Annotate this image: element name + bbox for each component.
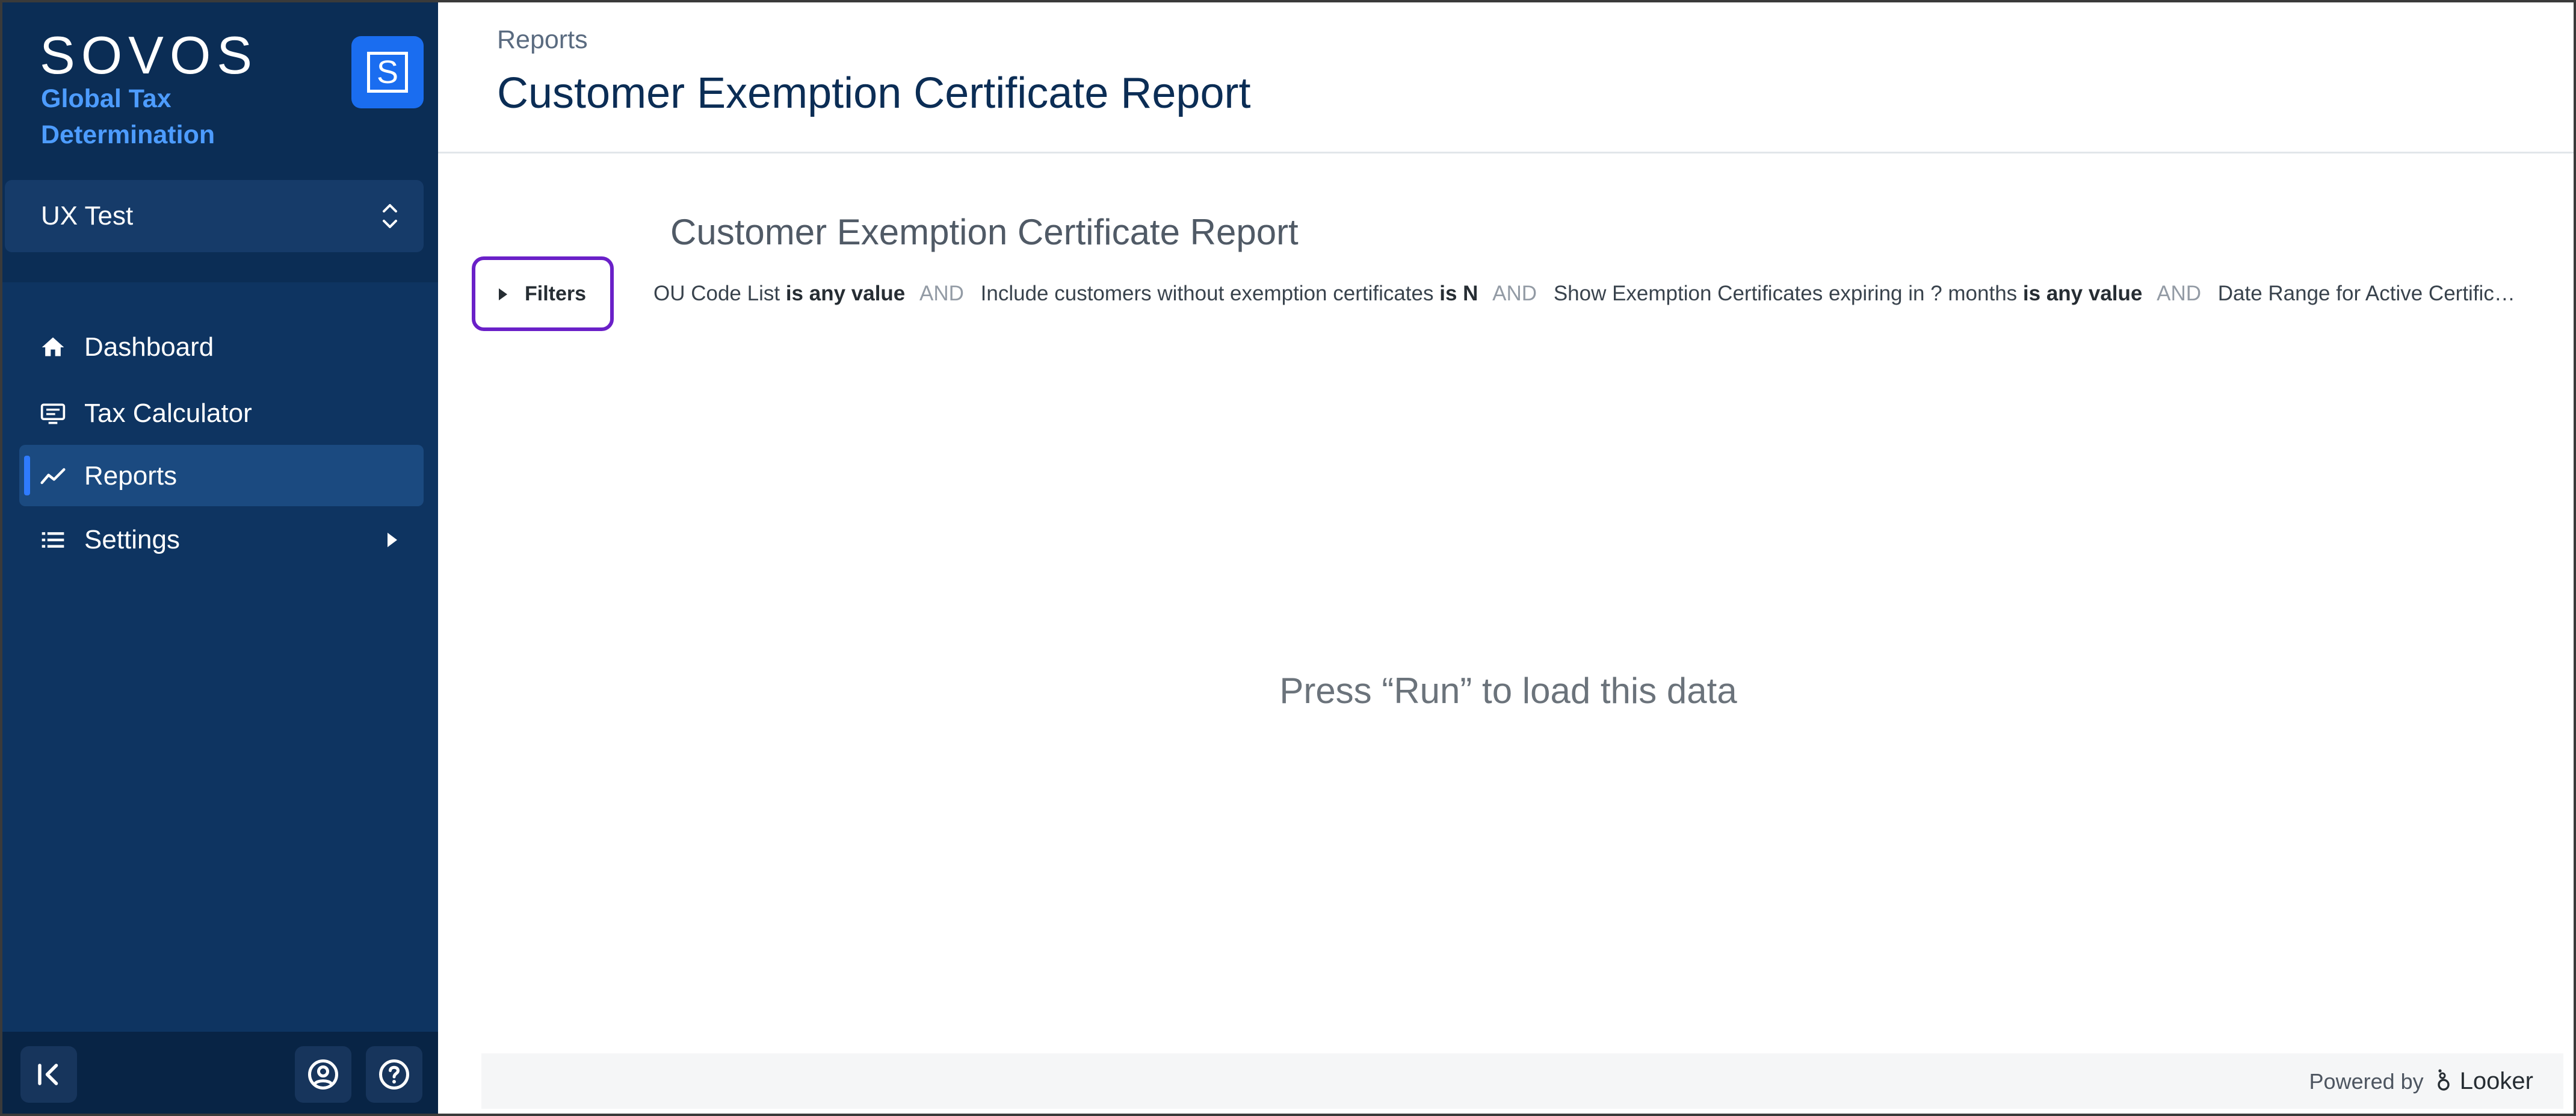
header-divider xyxy=(438,152,2574,153)
caret-right-icon xyxy=(499,288,507,300)
brand-subtitle: Global Tax Determination xyxy=(41,84,215,149)
collapse-sidebar-button[interactable] xyxy=(20,1046,77,1103)
filters-label: Filters xyxy=(525,282,587,305)
calculator-icon xyxy=(40,403,66,424)
tenant-label: UX Test xyxy=(41,201,134,231)
caret-right-icon xyxy=(388,533,397,547)
sidebar-item-dashboard[interactable]: Dashboard xyxy=(19,316,424,377)
powered-by-footer: Powered by Looker xyxy=(481,1053,2563,1109)
help-circle-icon xyxy=(379,1059,409,1090)
filter-operator: is N xyxy=(1439,282,1478,305)
list-icon xyxy=(42,532,64,548)
chevron-up-down-icon xyxy=(383,204,397,228)
sidebar-item-reports[interactable]: Reports xyxy=(19,445,424,506)
app-badge-icon[interactable]: S xyxy=(351,36,424,108)
collapse-sidebar-icon xyxy=(38,1064,58,1085)
page-title: Customer Exemption Certificate Report xyxy=(497,69,1251,117)
user-circle-icon xyxy=(308,1059,338,1090)
chart-line-icon xyxy=(40,468,66,485)
sidebar-item-label: Dashboard xyxy=(84,332,214,362)
filter-summary[interactable]: OU Code List is any value AND Include cu… xyxy=(653,279,2516,308)
breadcrumb[interactable]: Reports xyxy=(497,24,588,55)
filter-operator: is any value xyxy=(2022,282,2143,305)
filter-field: Show Exemption Certificates expiring in … xyxy=(1553,282,2018,305)
filter-joiner: AND xyxy=(2157,282,2201,305)
empty-state-message: Press “Run” to load this data xyxy=(1279,671,1737,711)
looker-logo-icon xyxy=(2437,1069,2450,1091)
sidebar-item-label: Tax Calculator xyxy=(84,398,252,428)
filter-field: OU Code List xyxy=(653,282,780,305)
looker-brand-text[interactable]: Looker xyxy=(2460,1068,2533,1094)
report-title: Customer Exemption Certificate Report xyxy=(670,212,1299,252)
sidebar: SOVOS Global Tax Determination S UX Test… xyxy=(2,2,438,1114)
powered-by-label: Powered by Looker xyxy=(2309,1068,2533,1095)
help-button[interactable] xyxy=(366,1046,422,1103)
sidebar-item-tax-calculator[interactable]: Tax Calculator xyxy=(19,382,424,444)
tenant-selector[interactable]: UX Test xyxy=(5,180,424,252)
filters-toggle-button[interactable]: Filters xyxy=(472,256,614,331)
filter-joiner: AND xyxy=(1492,282,1537,305)
main-content: Reports Customer Exemption Certificate R… xyxy=(438,2,2574,1114)
filter-field: Date Range for Active Certificat… xyxy=(2217,282,2516,305)
sidebar-footer xyxy=(2,1032,438,1114)
app-badge-letter: S xyxy=(367,52,408,93)
sidebar-nav: Dashboard Tax Calculator Reports Setting… xyxy=(2,282,438,1032)
app-window: SOVOS Global Tax Determination S UX Test… xyxy=(0,0,2576,1116)
brand-logo[interactable]: SOVOS xyxy=(40,26,258,84)
active-indicator xyxy=(24,456,30,495)
home-icon xyxy=(42,337,64,356)
filter-joiner: AND xyxy=(919,282,964,305)
sidebar-item-label: Reports xyxy=(84,461,178,491)
powered-by-text: Powered by xyxy=(2309,1069,2424,1094)
filter-operator: is any value xyxy=(785,282,906,305)
sidebar-item-label: Settings xyxy=(84,525,180,554)
profile-button[interactable] xyxy=(295,1046,351,1103)
filter-field: Include customers without exemption cert… xyxy=(980,282,1434,305)
sidebar-item-settings[interactable]: Settings xyxy=(19,509,424,570)
